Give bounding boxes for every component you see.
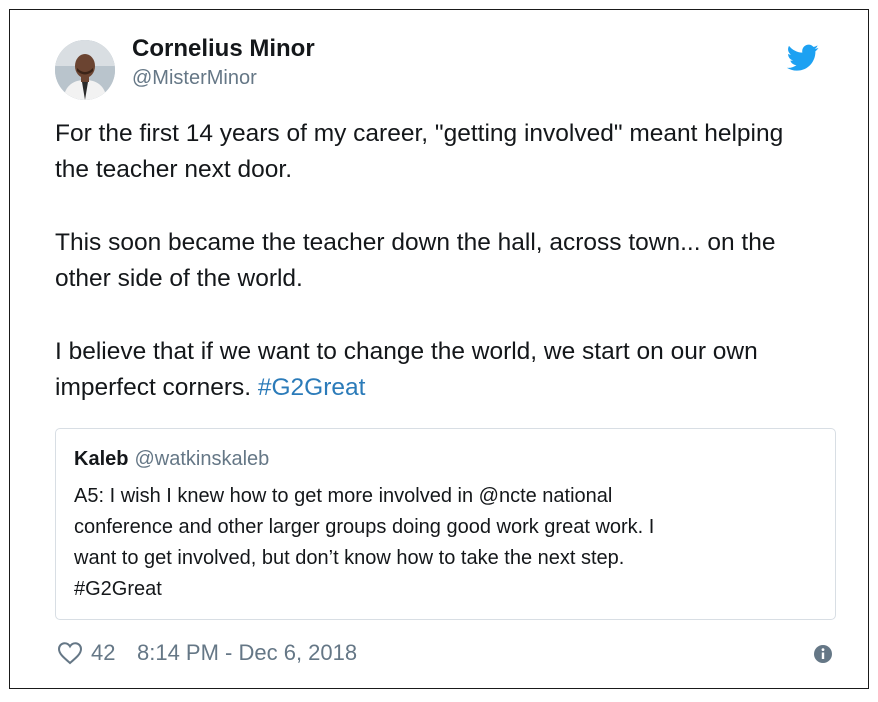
tweet-paragraph-last: I believe that if we want to change the … (55, 334, 815, 406)
user-avatar[interactable] (55, 40, 115, 100)
quoted-author-handle: @watkinskaleb (134, 448, 270, 470)
info-icon[interactable] (813, 644, 833, 664)
twitter-bird-icon[interactable] (787, 44, 819, 72)
user-meta: Cornelius Minor @MisterMinor (132, 34, 315, 92)
quoted-author-name: Kaleb (74, 448, 129, 470)
tweet-card: Cornelius Minor @MisterMinor For the fir… (9, 9, 869, 689)
quoted-tweet-text: A5: I wish I knew how to get more involv… (74, 485, 655, 600)
tweet-timestamp[interactable]: 8:14 PM - Dec 6, 2018 (137, 638, 357, 668)
author-handle[interactable]: @MisterMinor (132, 64, 315, 92)
tweet-footer: 42 8:14 PM - Dec 6, 2018 (55, 636, 835, 668)
tweet-paragraph-text: I believe that if we want to change the … (55, 338, 758, 401)
hashtag-link[interactable]: #G2Great (258, 374, 366, 401)
tweet-text: For the first 14 years of my career, "ge… (55, 116, 815, 443)
tweet-header: Cornelius Minor @MisterMinor (55, 34, 825, 100)
author-name[interactable]: Cornelius Minor (132, 34, 315, 64)
quoted-tweet-header: Kaleb @watkinskaleb (74, 445, 269, 473)
tweet-paragraph: This soon became the teacher down the ha… (55, 229, 776, 292)
tweet-paragraph: For the first 14 years of my career, "ge… (55, 120, 784, 183)
like-count: 42 (91, 640, 116, 665)
quoted-tweet[interactable]: Kaleb @watkinskaleb A5: I wish I knew how… (55, 428, 836, 620)
heart-icon[interactable] (57, 641, 83, 665)
